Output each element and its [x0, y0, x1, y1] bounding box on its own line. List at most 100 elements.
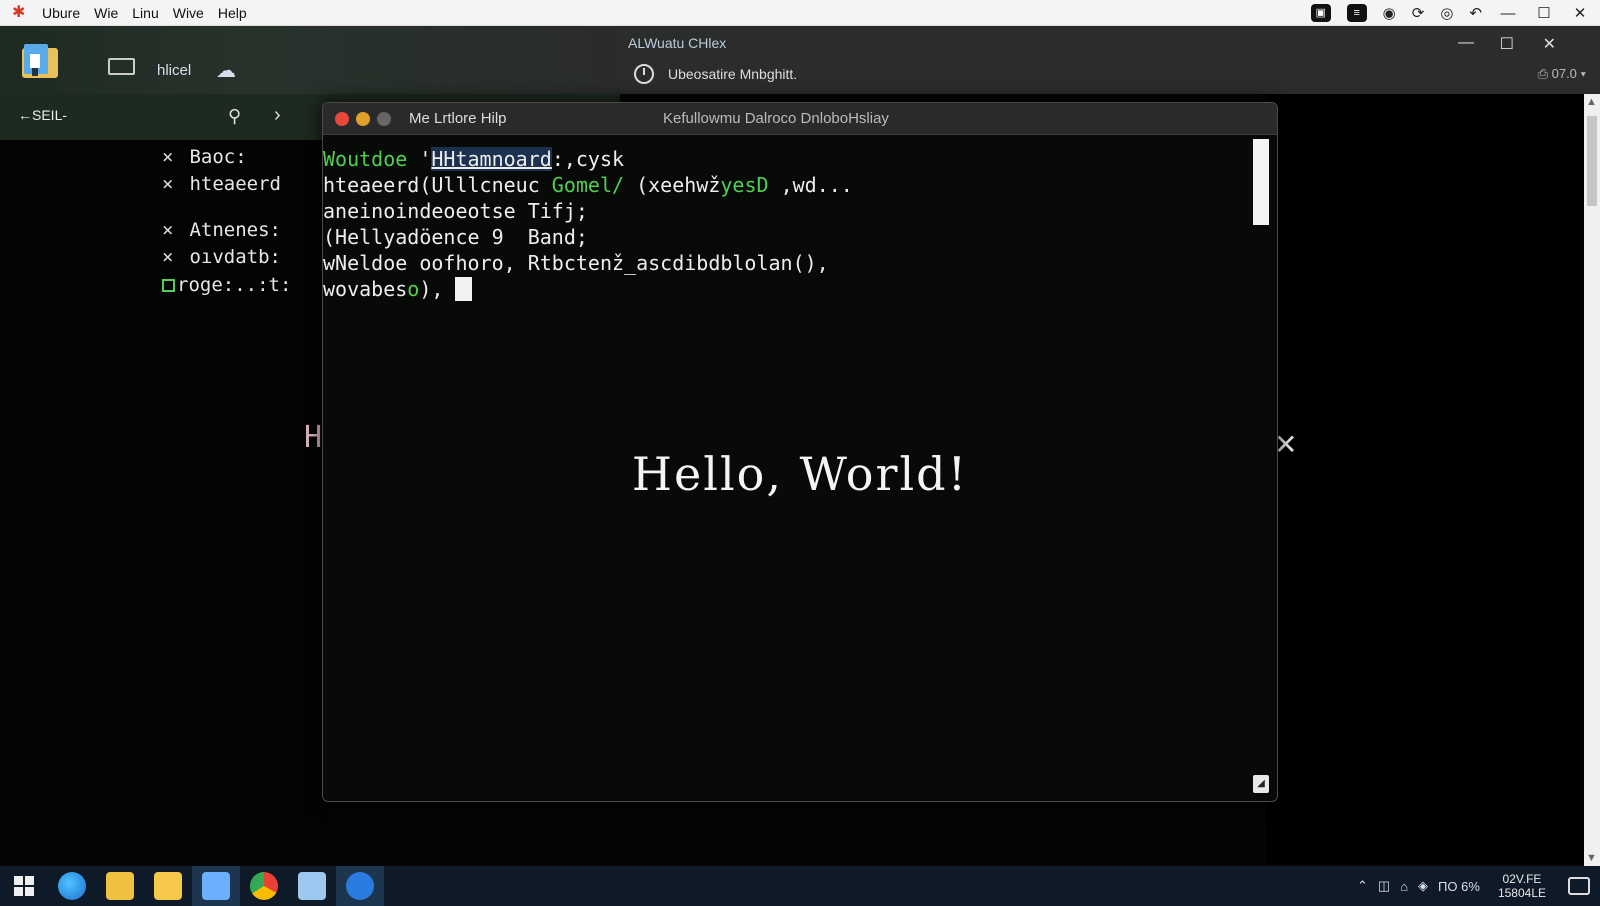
list-item-label: Atnenes:: [189, 219, 281, 241]
terminal-line: Woutdoe 'HHtamnoard:,cysk: [323, 147, 1277, 173]
news-icon[interactable]: ≡: [1346, 4, 1367, 22]
app-title: ALWuatu CHlex: [628, 35, 727, 51]
terminal-titlebar[interactable]: Me Lrtlore Hilp Kefullowmu Dalroco Dnlob…: [323, 103, 1277, 135]
code-token: Gomel/: [551, 173, 625, 197]
chevron-up-icon[interactable]: ⌃: [1357, 878, 1368, 894]
system-tray: ⌃ ◫ ⌂ ◈ ΠΟ 6% 02V.FE 15804LE: [1357, 866, 1600, 906]
hello-output: Hello, World!: [631, 447, 969, 501]
menu-item-0[interactable]: Ubure: [42, 5, 80, 21]
view-toggle-icon[interactable]: [108, 58, 135, 75]
terminal-line: wovabeso),: [323, 277, 1277, 303]
checkbox[interactable]: [162, 279, 175, 292]
list-item[interactable]: × oıvdatb:: [162, 246, 281, 268]
list-item-label: hteaeerd: [189, 173, 281, 195]
scroll-up-icon[interactable]: ▲: [1586, 96, 1597, 108]
list-item[interactable]: × Baoc:: [162, 146, 247, 168]
list-item-label: oıvdatb:: [189, 246, 281, 268]
taskbar-files[interactable]: [144, 866, 192, 906]
app-icon: [346, 872, 374, 900]
menu-item-4[interactable]: Help: [218, 5, 247, 21]
code-token: ,wd...: [768, 173, 853, 197]
app-logo-icon: ✱: [12, 3, 26, 21]
sync-icon[interactable]: ⟳: [1412, 4, 1425, 22]
terminal-scroll-thumb[interactable]: [1253, 139, 1269, 225]
toolbar-label[interactable]: hlicel: [157, 62, 191, 79]
property-list: × Baoc: × hteaeerd × Atnenes: × oıvdatb: rog…: [0, 140, 330, 860]
chat-icon[interactable]: ▣: [1310, 4, 1331, 22]
browser-icon: [58, 872, 86, 900]
taskbar-edge[interactable]: [48, 866, 96, 906]
chevron-right-icon[interactable]: ›: [274, 104, 281, 127]
code-token: yesD: [720, 173, 769, 197]
close-icon[interactable]: ×: [162, 219, 173, 241]
back-arrow-icon[interactable]: ↶: [1469, 4, 1482, 22]
resize-handle-icon[interactable]: ◢: [1253, 775, 1269, 793]
notepad-icon: [202, 872, 230, 900]
tray-text: ΠΟ 6%: [1438, 878, 1480, 894]
network-icon[interactable]: ◫: [1378, 878, 1390, 894]
zoom-value: 07.0: [1551, 66, 1577, 81]
zoom-window-icon[interactable]: [377, 112, 391, 126]
code-token: hteaeerd(Ulllcneuc: [323, 173, 552, 197]
maximize-icon[interactable]: ☐: [1534, 4, 1554, 22]
code-token: wNeldoe oofhoro, Rtbctenž_ascdibdblolan(…: [323, 251, 829, 275]
code-token: wovabes: [323, 277, 408, 301]
code-token: ),: [419, 277, 456, 301]
close-icon[interactable]: ✕: [1570, 4, 1590, 22]
scroll-down-icon[interactable]: ▼: [1586, 852, 1597, 864]
top-menu-bar: ✱ Ubure Wie Linu Wive Help ▣ ≡ ◉ ⟳ ◎ ↶ —…: [0, 0, 1600, 26]
back-button[interactable]: ←SEIL-: [18, 107, 67, 123]
taskbar-chrome[interactable]: [240, 866, 288, 906]
taskbar-notepad[interactable]: [192, 866, 240, 906]
close-icon[interactable]: ×: [162, 246, 173, 268]
code-token: (Hellyadöence 9 Band;: [323, 225, 588, 249]
list-item[interactable]: roge:..:t:: [162, 274, 291, 296]
volume-icon[interactable]: ⌂: [1400, 879, 1408, 894]
code-token: HHtamnoard: [431, 147, 552, 171]
page-scrollbar[interactable]: ▲ ▼: [1584, 94, 1600, 866]
taskbar-recycle[interactable]: [288, 866, 336, 906]
scrollbar-thumb[interactable]: [1587, 116, 1597, 206]
taskbar-app[interactable]: [336, 866, 384, 906]
list-item[interactable]: × hteaeerd: [162, 173, 281, 195]
code-token: (xeehwž: [624, 173, 721, 197]
search-icon[interactable]: ⚲: [228, 106, 241, 127]
start-button[interactable]: [0, 866, 48, 906]
close-window-icon[interactable]: [335, 112, 349, 126]
terminal-line: aneinoindeoeotse Tifj;: [323, 199, 1277, 225]
tray-clock[interactable]: 02V.FE 15804LE: [1498, 872, 1546, 900]
taskbar-folder[interactable]: [96, 866, 144, 906]
code-token: ': [407, 147, 432, 171]
terminal-line: wNeldoe oofhoro, Rtbctenž_ascdibdblolan(…: [323, 251, 1277, 277]
header-minimize-icon[interactable]: —: [1458, 34, 1474, 52]
terminal-body[interactable]: Woutdoe 'HHtamnoard:,cysk hteaeerd(Ulllc…: [323, 137, 1277, 801]
folder-icon[interactable]: [20, 40, 62, 82]
zoom-level[interactable]: ⎙ 07.0 ▾: [1538, 66, 1586, 82]
header-maximize-icon[interactable]: ☐: [1500, 34, 1514, 54]
recycle-bin-icon: [298, 872, 326, 900]
close-icon[interactable]: ×: [162, 173, 173, 195]
ghost-letter: H: [304, 420, 323, 455]
close-icon[interactable]: ×: [162, 146, 173, 168]
header-close-icon[interactable]: ✕: [1543, 34, 1556, 54]
clock-icon: [634, 64, 654, 84]
back-label: SEIL-: [32, 107, 68, 123]
code-token: aneinoindeoeotse Tifj;: [323, 199, 588, 223]
notification-icon[interactable]: [1568, 877, 1590, 895]
list-item[interactable]: × Atnenes:: [162, 219, 281, 241]
terminal-menu[interactable]: Me Lrtlore Hilp: [409, 110, 507, 127]
terminal-tab-title: Kefullowmu Dalroco DnloboHsliay: [663, 110, 889, 127]
menu-item-2[interactable]: Linu: [132, 5, 158, 21]
play-icon[interactable]: ◉: [1383, 4, 1396, 22]
chrome-icon: [250, 872, 278, 900]
cloud-upload-icon[interactable]: ☁: [216, 58, 236, 83]
menu-item-3[interactable]: Wive: [173, 5, 204, 21]
minimize-window-icon[interactable]: [356, 112, 370, 126]
minimize-icon[interactable]: —: [1498, 5, 1518, 22]
menu-item-1[interactable]: Wie: [94, 5, 118, 21]
file-explorer-icon: [154, 872, 182, 900]
app-header: ALWuatu CHlex Ubeosatire Mnbghitt. — ☐ ✕…: [620, 26, 1600, 94]
shield-icon[interactable]: ◈: [1418, 878, 1428, 894]
code-token: Woutdoe: [323, 147, 408, 171]
fingerprint-icon[interactable]: ◎: [1440, 4, 1453, 22]
